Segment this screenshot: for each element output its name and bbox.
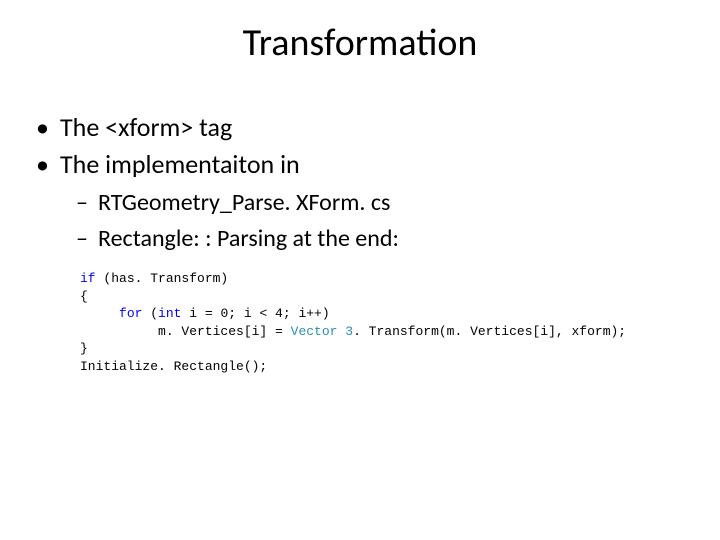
- bullet-text: The implementaiton in: [60, 148, 300, 180]
- code-text: Initialize. Rectangle();: [80, 359, 267, 374]
- code-indent: [80, 324, 158, 339]
- sub-bullet-text: Rectangle: : Parsing at the end:: [98, 224, 399, 253]
- code-snippet: if (has. Transform) { for (int i = 0; i …: [80, 270, 626, 375]
- code-keyword: int: [158, 306, 181, 321]
- code-text: . Transform(m. Vertices[i], xform);: [353, 324, 626, 339]
- code-type: Vector 3: [291, 324, 353, 339]
- bullet-list: The <xform> tag The implementaiton in RT…: [36, 110, 684, 255]
- sub-bullet-list: RTGeometry_Parse. XForm. cs Rectangle: :…: [36, 186, 684, 255]
- code-text: (: [142, 306, 158, 321]
- code-keyword: for: [119, 306, 142, 321]
- slide: Transformation The <xform> tag The imple…: [0, 0, 720, 540]
- bullet-text: The <xform> tag: [60, 111, 232, 143]
- code-text: i = 0; i < 4; i++): [181, 306, 329, 321]
- code-text: {: [80, 289, 88, 304]
- code-indent: [80, 306, 119, 321]
- bullet-item: The <xform> tag: [36, 110, 684, 145]
- slide-body: The <xform> tag The implementaiton in RT…: [36, 110, 684, 257]
- sub-bullet-text: RTGeometry_Parse. XForm. cs: [98, 188, 390, 217]
- sub-bullet-item: RTGeometry_Parse. XForm. cs: [76, 186, 684, 220]
- slide-title: Transformation: [0, 20, 720, 66]
- code-text: (has. Transform): [96, 271, 229, 286]
- sub-bullet-item: Rectangle: : Parsing at the end:: [76, 222, 684, 256]
- bullet-item: The implementaiton in RTGeometry_Parse. …: [36, 147, 684, 255]
- code-text: }: [80, 341, 88, 356]
- code-keyword: if: [80, 271, 96, 286]
- code-text: m. Vertices[i] =: [158, 324, 291, 339]
